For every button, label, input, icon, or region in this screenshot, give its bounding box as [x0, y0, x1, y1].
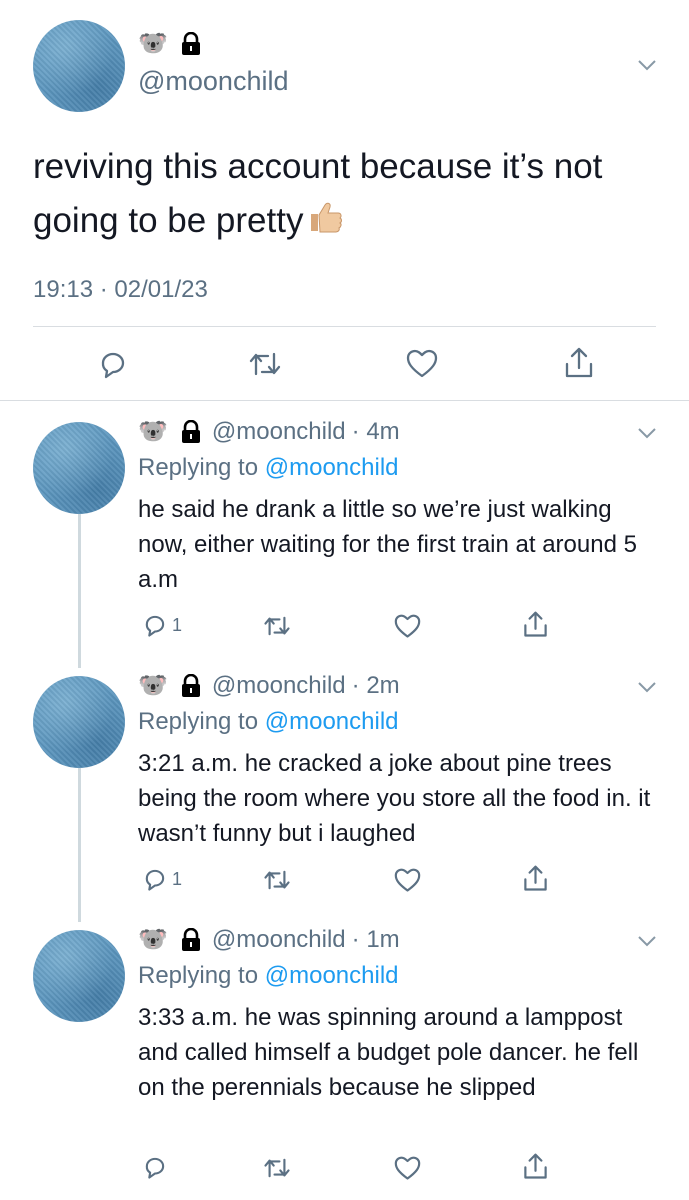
replying-to: Replying to @moonchild: [138, 962, 399, 990]
share-button[interactable]: [522, 610, 549, 639]
share-button[interactable]: [563, 346, 595, 380]
reply-icon: [145, 615, 165, 637]
avatar[interactable]: [33, 422, 125, 514]
reply-tweet[interactable]: 🐨 @moonchild · 1m Replying to @moonchild…: [0, 926, 689, 1200]
share-icon: [524, 865, 547, 891]
share-icon: [524, 611, 547, 637]
chevron-down-icon[interactable]: [637, 934, 657, 948]
retweet-icon: [264, 616, 290, 636]
reply-header: 🐨 @moonchild · 1m: [138, 926, 400, 954]
lock-icon: [181, 928, 200, 951]
like-icon: [394, 614, 421, 638]
share-button[interactable]: [522, 1152, 549, 1181]
reply-text: 3:21 a.m. he cracked a joke about pine t…: [138, 750, 651, 847]
lock-icon: [181, 32, 200, 55]
replying-to: Replying to @moonchild: [138, 454, 399, 482]
reply-icon: [145, 1157, 165, 1179]
reply-button[interactable]: [142, 1154, 172, 1180]
reply-text: he said he drank a little so we’re just …: [138, 496, 637, 593]
avatar[interactable]: [33, 676, 125, 768]
divider: [33, 326, 656, 327]
lock-icon: [181, 420, 200, 443]
reply-header: 🐨 @moonchild · 2m: [138, 672, 400, 700]
retweet-button[interactable]: [263, 1156, 291, 1180]
tweet-text: reviving this account because it’s not g…: [33, 140, 663, 250]
retweet-icon: [249, 352, 281, 376]
avatar[interactable]: [33, 930, 125, 1022]
reply-header: 🐨 @moonchild · 4m: [138, 418, 400, 446]
reply-text: 3:33 a.m. he was spinning around a lampp…: [138, 1004, 639, 1101]
like-button[interactable]: [394, 1156, 421, 1181]
like-button[interactable]: [394, 868, 421, 893]
retweet-icon: [264, 1158, 290, 1178]
retweet-button[interactable]: [263, 614, 291, 638]
like-icon: [394, 868, 421, 892]
chevron-down-icon[interactable]: [637, 58, 657, 72]
like-icon: [394, 1156, 421, 1180]
reply-button[interactable]: 1: [142, 612, 182, 638]
lock-icon: [181, 674, 200, 697]
reply-handle[interactable]: @moonchild: [212, 418, 346, 446]
author-handle[interactable]: @moonchild: [138, 66, 288, 97]
replying-prefix: Replying to: [138, 708, 259, 735]
reply-count: 1: [172, 614, 183, 635]
reply-tweet[interactable]: 🐨 @moonchild · 4m Replying to @moonchild…: [0, 418, 689, 658]
koala-emoji: 🐨: [138, 926, 168, 953]
section-divider: [0, 400, 689, 401]
retweet-icon: [264, 870, 290, 890]
reply-tweet[interactable]: 🐨 @moonchild · 2m Replying to @moonchild…: [0, 672, 689, 912]
retweet-button[interactable]: [248, 350, 282, 378]
koala-emoji: 🐨: [138, 30, 168, 57]
koala-emoji: 🐨: [138, 418, 168, 445]
reply-icon: [101, 352, 125, 379]
like-icon: [406, 349, 438, 378]
reply-button[interactable]: 1: [142, 866, 182, 892]
koala-emoji: 🐨: [138, 672, 168, 699]
reply-time: · 1m: [351, 926, 400, 953]
mention-link[interactable]: @moonchild: [265, 962, 399, 989]
like-button[interactable]: [394, 614, 421, 639]
reply-count: 1: [172, 868, 183, 889]
reply-handle[interactable]: @moonchild: [212, 672, 346, 700]
replying-prefix: Replying to: [138, 454, 259, 481]
reply-handle[interactable]: @moonchild: [212, 926, 346, 954]
like-button[interactable]: [406, 349, 438, 379]
reply-time: · 2m: [351, 672, 400, 699]
avatar[interactable]: [33, 20, 125, 112]
tweet-timestamp: 19:13 · 02/01/23: [33, 276, 208, 303]
share-icon: [565, 347, 593, 378]
thumbs-up-emoji: [307, 196, 345, 250]
share-button[interactable]: [522, 864, 549, 893]
mention-link[interactable]: @moonchild: [265, 708, 399, 735]
chevron-down-icon[interactable]: [637, 426, 657, 440]
reply-icon: [145, 869, 165, 891]
reply-time: · 4m: [351, 418, 400, 445]
author-name[interactable]: 🐨: [138, 32, 202, 56]
mention-link[interactable]: @moonchild: [265, 454, 399, 481]
retweet-button[interactable]: [263, 868, 291, 892]
replying-to: Replying to @moonchild: [138, 708, 399, 736]
replying-prefix: Replying to: [138, 962, 259, 989]
chevron-down-icon[interactable]: [637, 680, 657, 694]
reply-button[interactable]: [97, 348, 129, 380]
share-icon: [524, 1153, 547, 1179]
